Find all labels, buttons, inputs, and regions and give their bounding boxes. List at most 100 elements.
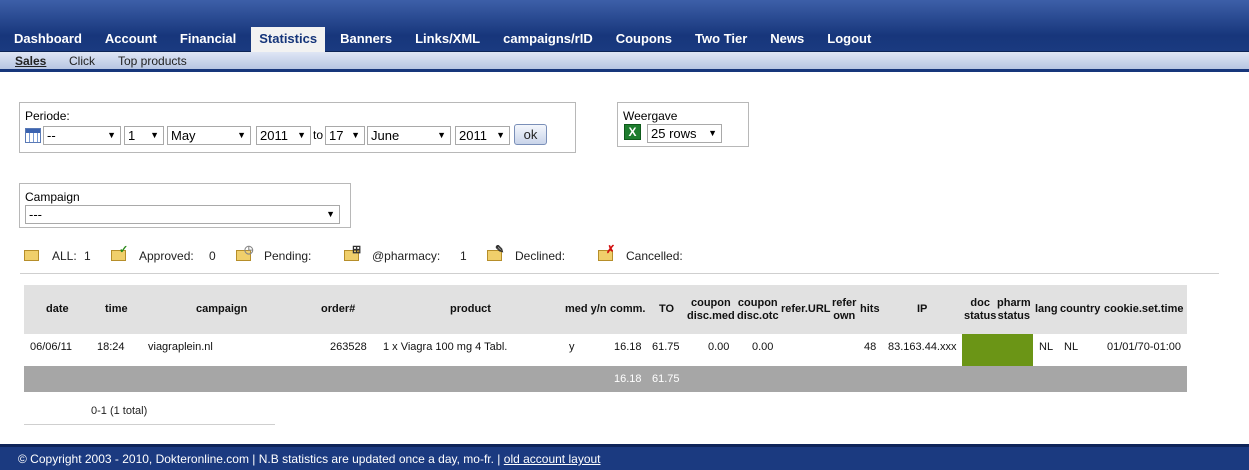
old-layout-link[interactable]: old account layout [504,452,601,466]
status-approved-count: 0 [209,249,216,263]
footer: © Copyright 2003 - 2010, Dokteronline.co… [0,444,1249,470]
rows-select[interactable]: 25 rows ▼ [647,124,722,143]
ok-button[interactable]: ok [514,124,547,145]
th-lang[interactable]: lang [1035,303,1058,316]
cell-to: 61.75 [652,341,680,353]
tab-two-tier[interactable]: Two Tier [687,27,755,52]
weergave-label: Weergave [623,109,678,123]
th-refer-url[interactable]: refer.URL [781,303,831,316]
status-all-count: 1 [84,249,91,263]
sub-navigation: Sales Click Top products [0,52,1249,72]
to-month-select[interactable]: June ▼ [367,126,451,145]
chevron-down-icon: ▼ [297,130,306,140]
total-comm: 16.18 [614,373,642,385]
tab-financial[interactable]: Financial [172,27,244,52]
footer-text: © Copyright 2003 - 2010, Dokteronline.co… [18,452,601,466]
tab-logout[interactable]: Logout [819,27,879,52]
campaign-select[interactable]: --- ▼ [25,205,340,224]
to-year-select[interactable]: 2011 ▼ [455,126,510,145]
to-day-select[interactable]: 17 ▼ [325,126,365,145]
cell-campaign: viagraplein.nl [148,341,213,353]
folder-all-icon[interactable] [24,250,39,261]
th-campaign[interactable]: campaign [196,303,247,316]
chevron-down-icon: ▼ [437,130,446,140]
chevron-down-icon: ▼ [708,128,717,138]
periode-box: Periode: -- ▼ 1 ▼ May ▼ 2011 ▼ to 17 ▼ June ▼ … [19,102,576,153]
chevron-down-icon: ▼ [496,130,505,140]
status-approved-label[interactable]: Approved: [139,249,194,263]
subtab-click[interactable]: Click [69,54,95,68]
th-doc-status[interactable]: doc status [964,297,996,323]
doc-pharm-status-cell [962,334,1033,366]
th-order[interactable]: order# [321,303,355,316]
from-year-select[interactable]: 2011 ▼ [256,126,311,145]
tab-links-xml[interactable]: Links/XML [407,27,488,52]
divider [20,273,1219,274]
pager-info: 0-1 (1 total) [91,405,148,417]
cell-ip: 83.163.44.xxx [888,341,957,353]
cell-order: 263528 [330,341,367,353]
periode-preset-select[interactable]: -- ▼ [43,126,121,145]
campaign-box: Campaign --- ▼ [19,183,351,228]
tab-campaigns-rid[interactable]: campaigns/rID [495,27,601,52]
status-pharmacy-count: 1 [460,249,467,263]
cell-time: 18:24 [97,341,125,353]
chevron-down-icon: ▼ [326,209,335,219]
th-time[interactable]: time [105,303,128,316]
cell-coupon-med: 0.00 [708,341,730,353]
chevron-down-icon: ▼ [107,130,116,140]
th-pharm-status[interactable]: pharm status [997,297,1031,323]
cell-comm: 16.18 [614,341,642,353]
totals-row [24,366,1187,392]
cell-date: 06/06/11 [30,341,73,353]
th-hits[interactable]: hits [860,303,880,316]
th-refer-own[interactable]: refer own [832,297,856,323]
from-day-select[interactable]: 1 ▼ [124,126,164,145]
chevron-down-icon: ▼ [150,130,159,140]
folder-cancelled-icon[interactable]: ✗ [598,245,615,261]
cell-med: y [569,341,575,353]
folder-declined-icon[interactable]: ✎ [487,245,504,261]
pager-divider [24,424,275,425]
top-navigation: Dashboard Account Financial Statistics B… [0,0,1249,52]
tab-coupons[interactable]: Coupons [608,27,680,52]
tab-news[interactable]: News [762,27,812,52]
total-to: 61.75 [652,373,680,385]
subtab-top-products[interactable]: Top products [118,54,187,68]
excel-icon[interactable]: X [624,124,641,140]
tab-statistics[interactable]: Statistics [251,27,326,52]
folder-pending-icon[interactable]: ◷ [236,245,254,261]
calendar-icon[interactable] [25,128,41,143]
status-cancelled-label[interactable]: Cancelled: [626,249,683,263]
th-product[interactable]: product [450,303,491,316]
cell-country: NL [1064,341,1079,353]
chevron-down-icon: ▼ [351,130,360,140]
tab-banners[interactable]: Banners [332,27,400,52]
status-pending-label[interactable]: Pending: [264,249,311,263]
from-month-select[interactable]: May ▼ [167,126,251,145]
status-pharmacy-label[interactable]: @pharmacy: [372,249,440,263]
status-declined-label[interactable]: Declined: [515,249,565,263]
cell-product: 1 x Viagra 100 mg 4 Tabl. [383,341,508,353]
folder-approved-icon[interactable]: ✓ [111,245,128,261]
th-comm[interactable]: comm. [610,303,645,316]
cell-coupon-otc: 0.00 [752,341,774,353]
folder-pharmacy-icon[interactable]: ⊞ [344,245,361,261]
th-coupon-otc[interactable]: coupon disc.otc [737,297,779,323]
th-ip[interactable]: IP [917,303,927,316]
main-tabs: Dashboard Account Financial Statistics B… [6,27,886,52]
th-med[interactable]: med y/n [565,303,607,316]
th-to[interactable]: TO [659,303,674,316]
th-cookie[interactable]: cookie.set.time [1104,303,1183,316]
tab-account[interactable]: Account [97,27,165,52]
chevron-down-icon: ▼ [237,130,246,140]
periode-label: Periode: [25,109,70,123]
subtab-sales[interactable]: Sales [15,54,46,68]
status-all-label[interactable]: ALL: [52,249,77,263]
cell-lang: NL [1039,341,1054,353]
tab-dashboard[interactable]: Dashboard [6,27,90,52]
cell-hits: 48 [864,341,877,353]
th-country[interactable]: country [1060,303,1100,316]
th-coupon-med[interactable]: coupon disc.med [687,297,735,323]
th-date[interactable]: date [46,303,69,316]
